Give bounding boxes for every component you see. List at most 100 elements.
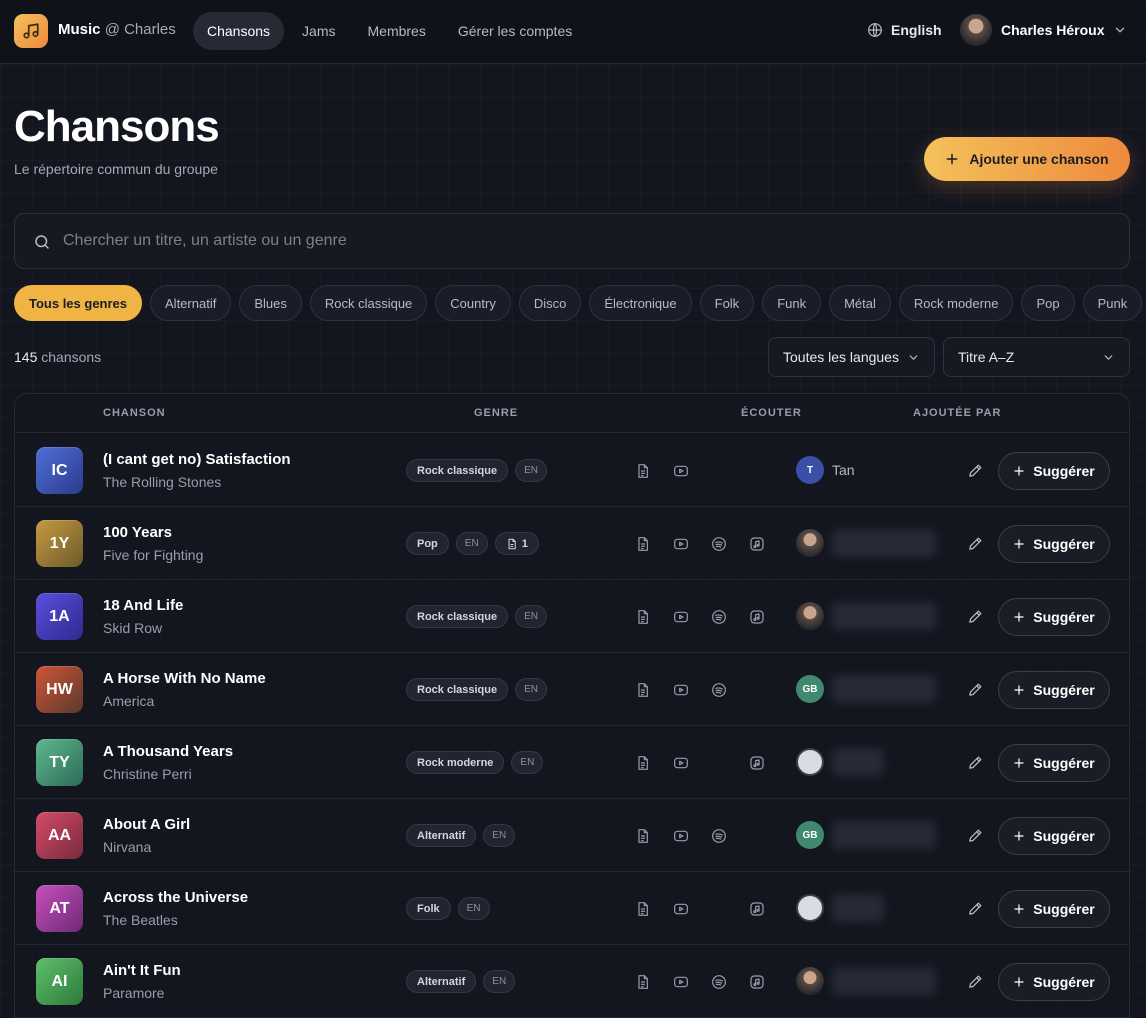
- spotify-icon[interactable]: [711, 974, 727, 990]
- edit-button[interactable]: [967, 827, 984, 844]
- song-title[interactable]: 100 Years: [103, 524, 172, 541]
- nav-membres[interactable]: Membres: [354, 12, 440, 50]
- added-by: [796, 967, 936, 995]
- youtube-icon[interactable]: [673, 828, 689, 844]
- documents-tag[interactable]: 1: [494, 532, 539, 555]
- song-title[interactable]: Ain't It Fun: [103, 962, 181, 979]
- table-row[interactable]: AA About A Girl Nirvana Alternatif EN GB Suggé…: [15, 799, 1129, 872]
- table-row[interactable]: 1A 18 And Life Skid Row Rock classique EN Sug…: [15, 580, 1129, 653]
- suggest-button[interactable]: Suggérer: [998, 744, 1110, 782]
- header-listen: ÉCOUTER: [741, 407, 802, 419]
- song-title[interactable]: A Thousand Years: [103, 743, 233, 760]
- brand-name: Music: [58, 21, 101, 38]
- spotify-icon[interactable]: [711, 609, 727, 625]
- language-switch[interactable]: English: [867, 22, 942, 38]
- song-title[interactable]: Across the Universe: [103, 889, 248, 906]
- song-artist: Paramore: [103, 985, 165, 1001]
- youtube-icon[interactable]: [673, 974, 689, 990]
- lyrics-icon[interactable]: [635, 828, 651, 844]
- genre-chip-all[interactable]: Tous les genres: [14, 285, 143, 321]
- table-row[interactable]: HW A Horse With No Name America Rock classi…: [15, 653, 1129, 726]
- genre-chip-metal[interactable]: Métal: [829, 285, 891, 321]
- genre-chip-alternatif[interactable]: Alternatif: [150, 285, 232, 321]
- lyrics-icon[interactable]: [635, 463, 651, 479]
- nav-jams[interactable]: Jams: [288, 12, 349, 50]
- spotify-icon[interactable]: [711, 682, 727, 698]
- genre-chip-disco[interactable]: Disco: [518, 285, 582, 321]
- adder-name-redacted: [832, 529, 936, 557]
- language-filter-select[interactable]: Toutes les langues: [768, 337, 935, 377]
- youtube-icon[interactable]: [673, 463, 689, 479]
- suggest-button[interactable]: Suggérer: [998, 598, 1110, 636]
- table-header: CHANSON GENRE ÉCOUTER AJOUTÉE PAR: [15, 394, 1129, 433]
- song-title[interactable]: About A Girl: [103, 816, 190, 833]
- table-row[interactable]: IC (I cant get no) Satisfaction The Rollin…: [15, 434, 1129, 507]
- pencil-icon: [969, 756, 982, 769]
- sort-select[interactable]: Titre A–Z: [943, 337, 1130, 377]
- song-title[interactable]: 18 And Life: [103, 597, 183, 614]
- genre-chip-blues[interactable]: Blues: [239, 285, 302, 321]
- edit-button[interactable]: [967, 535, 984, 552]
- song-tags: Rock classique EN: [406, 678, 547, 701]
- suggest-button[interactable]: Suggérer: [998, 890, 1110, 928]
- added-by: [796, 748, 884, 776]
- apple-music-icon[interactable]: [749, 901, 765, 917]
- song-count-label: chansons: [41, 349, 102, 365]
- apple-music-icon[interactable]: [749, 609, 765, 625]
- edit-button[interactable]: [967, 681, 984, 698]
- genre-chip-electronique[interactable]: Électronique: [589, 285, 692, 321]
- edit-button[interactable]: [967, 754, 984, 771]
- lyrics-icon[interactable]: [635, 682, 651, 698]
- table-row[interactable]: AT Across the Universe The Beatles Folk EN Su…: [15, 872, 1129, 945]
- pencil-icon: [969, 537, 982, 550]
- lyrics-icon[interactable]: [635, 755, 651, 771]
- apple-music-icon[interactable]: [749, 755, 765, 771]
- suggest-button[interactable]: Suggérer: [998, 671, 1110, 709]
- youtube-icon[interactable]: [673, 536, 689, 552]
- suggest-button[interactable]: Suggérer: [998, 817, 1110, 855]
- nav-gerer-comptes[interactable]: Gérer les comptes: [444, 12, 586, 50]
- lyrics-icon[interactable]: [635, 974, 651, 990]
- plus-icon: [1014, 539, 1024, 549]
- user-menu[interactable]: Charles Héroux: [960, 14, 1127, 46]
- table-row[interactable]: AI Ain't It Fun Paramore Alternatif EN Suggér…: [15, 945, 1129, 1018]
- spotify-icon[interactable]: [711, 828, 727, 844]
- genre-chip-funk[interactable]: Funk: [762, 285, 822, 321]
- adder-name-redacted: [832, 894, 884, 922]
- spotify-icon[interactable]: [711, 536, 727, 552]
- search-input[interactable]: [63, 214, 1103, 268]
- nav-chansons[interactable]: Chansons: [193, 12, 285, 50]
- table-row[interactable]: 1Y 100 Years Five for Fighting Pop EN 1 Suggér…: [15, 507, 1129, 580]
- edit-button[interactable]: [967, 462, 984, 479]
- lyrics-icon[interactable]: [635, 536, 651, 552]
- table-row[interactable]: TY A Thousand Years Christine Perri Rock mo…: [15, 726, 1129, 799]
- genre-tag: Alternatif: [406, 824, 477, 847]
- suggest-button[interactable]: Suggérer: [998, 525, 1110, 563]
- youtube-icon[interactable]: [673, 901, 689, 917]
- genre-chip-pop[interactable]: Pop: [1021, 285, 1075, 321]
- song-title[interactable]: (I cant get no) Satisfaction: [103, 451, 291, 468]
- app-logo[interactable]: [14, 14, 48, 48]
- apple-music-icon[interactable]: [749, 974, 765, 990]
- genre-chip-rock-moderne[interactable]: Rock moderne: [898, 285, 1014, 321]
- add-song-button[interactable]: Ajouter une chanson: [924, 137, 1130, 181]
- suggest-button[interactable]: Suggérer: [998, 452, 1110, 490]
- youtube-icon[interactable]: [673, 682, 689, 698]
- song-title[interactable]: A Horse With No Name: [103, 670, 266, 687]
- suggest-button[interactable]: Suggérer: [998, 963, 1110, 1001]
- song-tags: Alternatif EN: [406, 824, 516, 847]
- lyrics-icon[interactable]: [635, 901, 651, 917]
- edit-button[interactable]: [967, 973, 984, 990]
- language-tag: EN: [455, 532, 488, 555]
- genre-chip-punk[interactable]: Punk: [1082, 285, 1143, 321]
- apple-music-icon[interactable]: [749, 536, 765, 552]
- edit-button[interactable]: [967, 608, 984, 625]
- youtube-icon[interactable]: [673, 755, 689, 771]
- edit-button[interactable]: [967, 900, 984, 917]
- genre-chip-folk[interactable]: Folk: [699, 285, 755, 321]
- genre-chip-rock-classique[interactable]: Rock classique: [309, 285, 428, 321]
- user-avatar: [960, 14, 992, 46]
- genre-chip-country[interactable]: Country: [435, 285, 511, 321]
- lyrics-icon[interactable]: [635, 609, 651, 625]
- youtube-icon[interactable]: [673, 609, 689, 625]
